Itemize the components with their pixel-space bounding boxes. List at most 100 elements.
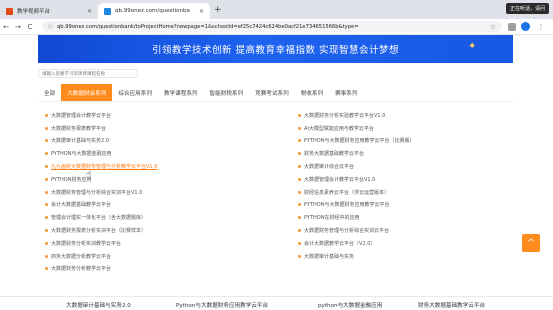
site-favicon-icon [104,7,111,15]
bullet-dot-icon [298,152,301,156]
category-tab[interactable]: 税收系列 [295,84,329,101]
category-tab[interactable]: 全部 [38,84,61,101]
bullet-dot-icon [45,152,48,156]
close-tab-icon[interactable]: ✕ [199,8,204,15]
bullet-dot-icon [298,113,301,117]
bullet-dot-icon [298,216,301,220]
back-button[interactable]: ← [0,23,12,31]
bullet-dot-icon [45,126,48,130]
list-row: 大数据管理会计教学云平台 大数据财务分析实验教学云平台V1.0 [45,109,513,122]
course-link[interactable]: 大数据财务分析实验教学云平台V1.0 [298,112,513,119]
category-tab[interactable]: 智能财税系列 [204,84,250,101]
course-title: 会计大数据基础教学云平台 [51,202,112,209]
address-bar[interactable]: ⓘ qb.99onez.com/questionbank/toProjectHo… [42,21,502,32]
course-link[interactable]: 大数据财务分析实训教学云平台 [45,240,298,247]
bullet-dot-icon [45,113,48,117]
course-link[interactable]: PYTHON与大数据金融应用 [45,150,298,157]
course-title: 大数据管理会计教学云平台V1.0 [304,176,376,183]
site-info-icon[interactable]: ⓘ [48,23,53,30]
course-link[interactable]: 大数据管理会计教学云平台 [45,112,298,119]
footer-course-link[interactable]: python与大数据金融应用 [318,301,382,309]
forward-button[interactable]: → [12,23,24,31]
course-title: 财务大数据基础教学云平台 [304,151,365,158]
course-link[interactable]: 大数据财务管理与分析综合实训平台V1.0 [45,189,298,196]
profile-avatar[interactable] [521,22,530,31]
course-link[interactable]: 会计大数据基础教学云平台 [45,201,298,208]
course-link[interactable]: 九九画财大数据财务管理与分析教学云平台V1.0 [45,163,298,170]
bullet-dot-icon [45,216,48,220]
course-title: PYTHON财务应用 [51,176,92,183]
course-link[interactable]: PYTHON财务应用 [45,176,298,183]
course-link[interactable]: PYTHON与大数据财务应用教学云平台 [298,201,513,208]
course-link[interactable]: AI大模型赋能应用与教学云平台 [298,125,513,132]
course-search-input[interactable] [38,69,138,78]
bullet-dot-icon [298,254,301,258]
bullet-dot-icon [298,229,301,233]
course-title: PYTHON与大数据财务应用教学云平台（比赛版） [304,138,415,145]
url-text[interactable]: qb.99onez.com/questionbank/toProjectHome… [57,24,486,30]
course-title: 大数据财务分析实训教学云平台 [51,240,122,247]
bookmark-star-icon[interactable]: ☆ [490,23,496,31]
course-title: 大数据财务分析教学云平台 [51,266,112,273]
course-link[interactable]: 管理会计理实一体化平台（含大数据题库） [45,214,298,221]
course-title: 会计大数据教学云平台（V2.0） [304,240,376,247]
course-title: PYTHON与大数据金融应用 [51,151,112,158]
course-link[interactable]: PYTHON与大数据财务应用教学云平台（比赛版） [298,137,513,144]
course-link[interactable]: 会计大数据教学云平台（V2.0） [298,240,513,247]
new-tab-button[interactable]: + [214,3,222,19]
course-title: 大数据审计基础与实务2.0 [51,138,109,145]
course-link[interactable]: 大数据审计基础与实务 [298,253,513,260]
course-title: 大数据财务分析实验教学云平台V1.0 [304,112,386,119]
hero-banner: ✦ 引领教学技术创新 提高教育幸福指数 实现智慧会计梦想 [38,35,513,63]
browser-tab-active[interactable]: qb.99onez.com/questionba ✕ [98,3,210,19]
bullet-dot-icon [298,139,301,143]
course-link[interactable]: 大数据审计基础与实务2.0 [45,137,298,144]
category-tabs: 全部 大数据财会系列 综合应用系列 教学课程系列 智能财税系列 竞赛考试系列 税收系列 赛事系… [38,84,513,102]
course-title: 商务大数据分析教学云平台 [51,253,112,260]
site-favicon-icon [6,7,13,15]
list-row: PYTHON财务应用 大数据管理会计教学云平台V1.0 [45,173,513,186]
bullet-dot-icon [45,190,48,194]
bullet-dot-icon [45,177,48,181]
list-row: PYTHON与大数据金融应用 财务大数据基础教学云平台 [45,147,513,160]
menu-icon[interactable]: ⋮ [535,23,547,31]
extension-icon[interactable] [508,22,516,31]
course-title: 大数据审计综合云平台 [304,164,355,171]
course-link[interactable]: PYTHON在财经中的应用 [298,214,513,221]
list-row: 大数据审计基础与实务2.0 PYTHON与大数据财务应用教学云平台（比赛版） [45,135,513,148]
course-title: 大数据财务报表教学平台 [51,125,107,132]
course-title: AI大模型赋能应用与教学云平台 [304,125,374,132]
footer-course-link[interactable]: Python与大数据财务应用教学云平台 [176,301,268,309]
list-row: 大数据财务分析教学云平台 [45,263,513,276]
bullet-dot-icon [298,190,301,194]
list-row: 大数据财务报表教学平台 AI大模型赋能应用与教学云平台 [45,122,513,135]
course-title: 大数据财务报表分析实训平台（比赛样本） [51,228,147,235]
course-link[interactable]: 商务大数据分析教学云平台 [45,253,298,260]
list-row: 大数据财务报表分析实训平台（比赛样本） 大数据财务管理与分析综合实训云平台 [45,224,513,237]
category-tab[interactable]: 大数据财会系列 [61,84,113,101]
browser-toolbar: ← → C ⓘ qb.99onez.com/questionbank/toPro… [0,19,553,35]
reload-button[interactable]: C [24,23,36,31]
category-tab[interactable]: 综合应用系列 [112,84,158,101]
course-link[interactable]: 财务大数据基础教学云平台 [298,150,513,157]
course-link[interactable]: 大数据管理会计教学云平台V1.0 [298,176,513,183]
browser-tab[interactable]: 教学视频平台 ✕ [0,3,98,19]
restore-badge[interactable]: 正在听话，请问 [505,3,549,14]
footer-links: 大数据审计基础与实务2.0 Python与大数据财务应用教学云平台 python与大… [0,296,553,310]
course-link[interactable]: 大数据财务报表分析实训平台（比赛样本） [45,227,298,234]
browser-tab-title: qb.99onez.com/questionba [115,8,190,14]
category-tab[interactable]: 竞赛考试系列 [249,84,295,101]
category-tab[interactable]: 赛事系列 [329,84,363,101]
course-list: 大数据管理会计教学云平台 大数据财务分析实验教学云平台V1.0 大数据财务报表教学平… [45,109,513,275]
course-link[interactable]: 大数据审计综合云平台 [298,163,513,170]
close-tab-icon[interactable]: ✕ [87,8,92,15]
footer-course-link[interactable]: 财务大数据基础教学云平台 [418,301,485,309]
category-tab[interactable]: 教学课程系列 [158,84,204,101]
course-link[interactable]: 大数据财务报表教学平台 [45,125,298,132]
footer-course-link[interactable]: 大数据审计基础与实务2.0 [66,301,131,309]
scroll-to-top-button[interactable]: ^ [522,234,540,252]
course-link[interactable]: 大数据财务分析教学云平台 [45,265,298,272]
list-row: 大数据财务分析实训教学云平台 会计大数据教学云平台（V2.0） [45,237,513,250]
course-link[interactable]: 大数据财务管理与分析综合实训云平台 [298,227,513,234]
course-link[interactable]: 财经信息素养云平台（浮云运营版本） [298,189,513,196]
